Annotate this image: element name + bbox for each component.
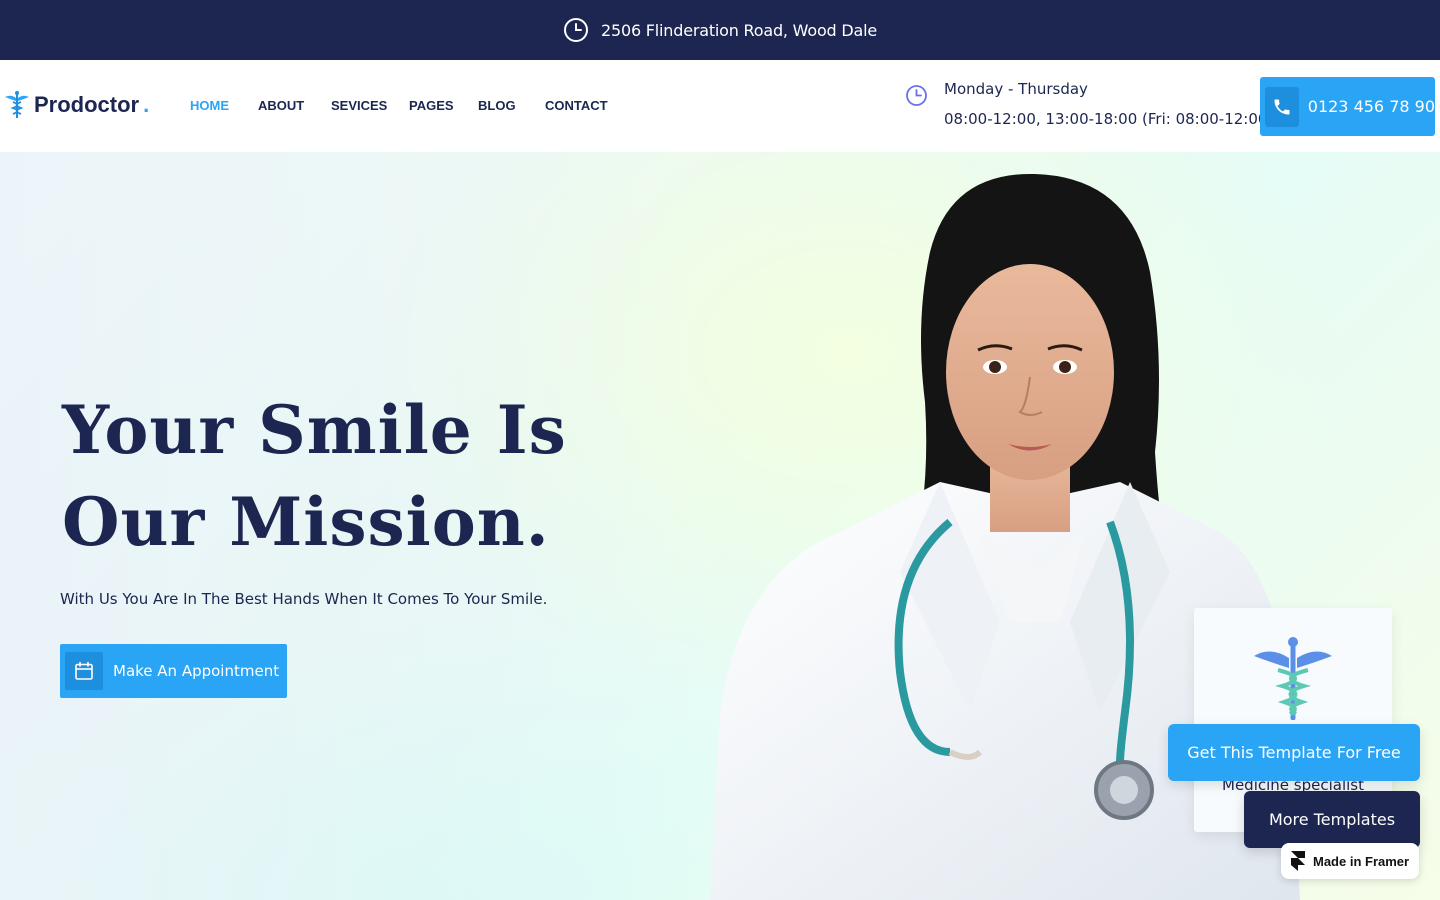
framer-logo-icon xyxy=(1291,851,1305,871)
logo[interactable]: Prodoctor. xyxy=(4,90,149,120)
phone-icon xyxy=(1274,99,1290,114)
make-appointment-label: Make An Appointment xyxy=(113,662,280,680)
phone-icon-box xyxy=(1265,86,1299,127)
more-templates-button[interactable]: More Templates xyxy=(1244,791,1420,848)
appointment-icon-box xyxy=(65,652,103,690)
made-in-framer-badge[interactable]: Made in Framer xyxy=(1281,843,1419,879)
hero-title-line-1: Your Smile Is xyxy=(62,391,567,469)
hours-days: Monday - Thursday xyxy=(944,80,1088,98)
nav-pages[interactable]: PAGES xyxy=(409,98,454,113)
phone-button[interactable]: 0123 456 78 90 xyxy=(1260,77,1435,136)
logo-dot: . xyxy=(143,92,150,117)
calendar-icon xyxy=(75,661,93,680)
caduceus-icon xyxy=(5,91,29,118)
hours-times: 08:00-12:00, 13:00-18:00 (Fri: 08:00-12:… xyxy=(944,110,1274,128)
address-text: 2506 Flinderation Road, Wood Dale xyxy=(601,20,877,40)
nav-services[interactable]: SEVICES xyxy=(331,98,387,113)
hero-title-line-2: Our Mission. xyxy=(62,483,550,561)
hero-title: Your Smile Is Our Mission. xyxy=(62,384,567,568)
nav-contact[interactable]: CONTACT xyxy=(545,98,608,113)
hero-section: Your Smile Is Our Mission. With Us You A… xyxy=(0,152,1440,900)
phone-number: 0123 456 78 90 xyxy=(1307,97,1435,116)
clock-icon xyxy=(564,18,588,42)
hero-subtitle: With Us You Are In The Best Hands When I… xyxy=(60,590,548,608)
made-in-framer-label: Made in Framer xyxy=(1313,853,1410,869)
top-bar: 2506 Flinderation Road, Wood Dale xyxy=(0,0,1440,60)
site-header: Prodoctor. HOME ABOUT SEVICES PAGES BLOG… xyxy=(0,60,1440,152)
clock-icon xyxy=(906,85,927,106)
get-template-button[interactable]: Get This Template For Free xyxy=(1168,724,1420,781)
caduceus-icon xyxy=(1254,637,1332,720)
logo-name: Prodoctor xyxy=(34,92,140,117)
make-appointment-button[interactable]: Make An Appointment xyxy=(60,644,287,698)
nav-home[interactable]: HOME xyxy=(190,98,229,113)
nav-about[interactable]: ABOUT xyxy=(258,98,304,113)
nav-blog[interactable]: BLOG xyxy=(478,98,516,113)
